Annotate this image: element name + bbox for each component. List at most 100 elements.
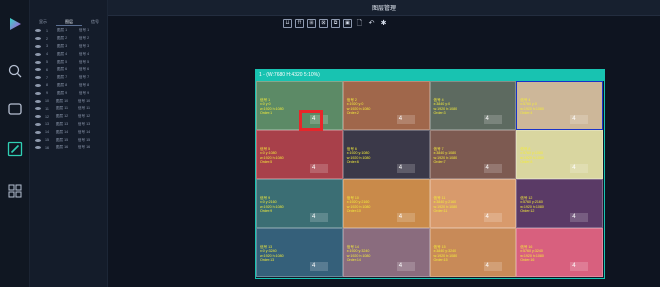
edit-icon[interactable] (7, 141, 23, 157)
eye-icon[interactable] (35, 146, 41, 150)
layer-info-line: Order:15 (433, 257, 448, 262)
eye-icon[interactable] (35, 122, 41, 126)
undo-icon[interactable]: ↶ (367, 19, 376, 28)
screen-title-bar[interactable]: 1 - (W:7680 H:4320 5:10%) (256, 70, 604, 81)
close-layer-icon[interactable]: ⊠ (319, 19, 328, 28)
layer-info: 信号 12 x:5760 y:2160 w:1920 h:1080 Order:12 (520, 196, 544, 213)
layer-row[interactable]: 15 图层 15 信号 15 (30, 136, 108, 144)
eye-icon[interactable] (35, 91, 41, 95)
header-layer[interactable]: 图层 (56, 17, 82, 26)
layer-info-line: Order:4 (520, 110, 533, 115)
eye-icon[interactable] (35, 99, 41, 103)
search-icon[interactable] (7, 63, 23, 79)
signal-name: 信号 1 (78, 28, 90, 33)
paste-icon[interactable]: ▣ (343, 19, 352, 28)
eye-icon[interactable] (35, 76, 41, 80)
layer-info: 信号 7 x:3840 y:1080 w:1920 h:1080 Order:7 (434, 147, 458, 164)
layer-cell[interactable]: 信号 4 x:3840 y:0 w:1920 h:1080 Order:3 4 (429, 81, 517, 130)
layer-name: 图层 9 (56, 90, 68, 95)
layer-info: 信号 4 x:3840 y:0 w:1920 h:1080 Order:3 (434, 98, 458, 115)
move-bottom-icon[interactable]: ⇊ (283, 19, 292, 28)
copy-icon[interactable]: ⧉ (331, 19, 340, 28)
signal-name: 信号 15 (77, 137, 91, 142)
move-top-icon[interactable]: ⇈ (295, 19, 304, 28)
layer-cell[interactable]: 信号 13 x:0 y:3240 w:1920 h:1080 Order:13 4 (256, 228, 343, 277)
layer-name: 图层 7 (56, 75, 68, 80)
signal-name: 信号 13 (77, 121, 91, 126)
eye-icon[interactable] (35, 68, 41, 72)
layer-number: 15 (45, 138, 49, 143)
layer-count-badge: 4 (396, 115, 415, 124)
layer-row[interactable]: 8 图层 8 信号 8 (30, 82, 108, 90)
layer-number: 8 (46, 83, 48, 88)
header-signal[interactable]: 信号 (82, 17, 108, 26)
layer-cell[interactable]: 信号 4 x:5760 y:0 w:1920 h:1080 Order:4 4 (516, 81, 603, 130)
eye-icon[interactable] (35, 83, 41, 87)
layer-cell[interactable]: 信号 2 x:1920 y:0 w:1920 h:1080 Order:2 4 (342, 81, 430, 130)
settings-icon[interactable]: ✱ (379, 19, 388, 28)
layer-number: 14 (45, 130, 49, 135)
layer-name: 图层 1 (56, 28, 68, 33)
layer-cell[interactable]: 信号 8 x:5760 y:1080 w:1920 h:1080 Order:8 4 (516, 130, 603, 179)
layer-row[interactable]: 2 图层 2 信号 2 (30, 35, 108, 43)
layer-info-line: Order:5 (260, 159, 273, 164)
layer-info-line: Order:11 (433, 208, 448, 213)
layer-cell[interactable]: 信号 15 x:3840 y:3240 w:1920 h:1080 Order:15 4 (429, 228, 517, 277)
layer-count-badge: 4 (483, 213, 502, 222)
layer-number: 7 (46, 75, 48, 80)
eye-icon[interactable] (35, 107, 41, 111)
screen-canvas[interactable]: 1 - (W:7680 H:4320 5:10%) 信号 1 x:0 y:0 w:1… (255, 69, 605, 279)
screen-icon[interactable] (7, 101, 23, 117)
layer-row[interactable]: 7 图层 7 信号 7 (30, 74, 108, 82)
layer-row[interactable]: 16 图层 16 信号 16 (30, 144, 108, 152)
layer-count-badge: 4 (396, 164, 415, 173)
eye-icon[interactable] (35, 138, 41, 142)
layer-cell[interactable]: 信号 9 x:0 y:2160 w:1920 h:1080 Order:9 4 (256, 179, 343, 228)
layer-list: 1 图层 1 信号 1 2 图层 2 信号 2 3 图层 3 信号 3 4 图层 4 信号 4 5 图层 … (30, 27, 108, 152)
layer-info: 信号 13 x:0 y:3240 w:1920 h:1080 Order:13 (260, 245, 284, 262)
eye-icon[interactable] (35, 52, 41, 56)
layer-name: 图层 4 (56, 51, 68, 56)
layer-row[interactable]: 5 图层 5 信号 5 (30, 58, 108, 66)
layer-info: 信号 16 x:5760 y:3240 w:1920 h:1080 Order:16 (520, 245, 544, 262)
signal-name: 信号 4 (78, 51, 90, 56)
layer-info-line: Order:1 (260, 110, 273, 115)
layer-row[interactable]: 12 图层 12 信号 12 (30, 113, 108, 121)
eye-icon[interactable] (35, 130, 41, 134)
layer-row[interactable]: 4 图层 4 信号 4 (30, 50, 108, 58)
layer-row[interactable]: 1 图层 1 信号 1 (30, 27, 108, 35)
layer-row[interactable]: 11 图层 11 信号 11 (30, 105, 108, 113)
layer-cell[interactable]: 信号 6 x:1920 y:1080 w:1920 h:1080 Order:6 4 (342, 130, 430, 179)
align-icon[interactable]: ⊞ (307, 19, 316, 28)
layer-row[interactable]: 13 图层 13 信号 13 (30, 121, 108, 129)
eye-icon[interactable] (35, 115, 41, 119)
eye-icon[interactable] (35, 44, 41, 48)
layer-cell[interactable]: 信号 7 x:3840 y:1080 w:1920 h:1080 Order:7 4 (429, 130, 517, 179)
layer-row[interactable]: 14 图层 14 信号 14 (30, 128, 108, 136)
top-bar: 图层管理 (108, 0, 660, 16)
layer-row[interactable]: 10 图层 10 信号 10 (30, 97, 108, 105)
layer-name: 图层 6 (56, 67, 68, 72)
signal-name: 信号 3 (78, 43, 90, 48)
eye-icon[interactable] (35, 29, 41, 33)
header-display[interactable]: 显示 (30, 17, 56, 26)
layer-row[interactable]: 9 图层 9 信号 9 (30, 89, 108, 97)
layer-cell[interactable]: 信号 11 x:3840 y:2160 w:1920 h:1080 Order:11 4 (429, 179, 517, 228)
layer-row[interactable]: 3 图层 3 信号 3 (30, 43, 108, 51)
play-icon[interactable] (7, 16, 23, 32)
grid-icon[interactable] (7, 183, 23, 199)
layer-cell[interactable]: 信号 5 x:0 y:1080 w:1920 h:1080 Order:5 4 (256, 130, 343, 179)
layer-cell[interactable]: 信号 10 x:1920 y:2160 w:1920 h:1080 Order:10 4 (342, 179, 430, 228)
layer-info-line: Order:10 (346, 208, 361, 213)
eye-icon[interactable] (35, 60, 41, 64)
layer-cell[interactable]: 信号 14 x:1920 y:3240 w:1920 h:1080 Order:14 4 (342, 228, 430, 277)
layer-info-line: Order:12 (520, 208, 535, 213)
layer-cell[interactable]: 信号 16 x:5760 y:3240 w:1920 h:1080 Order:16 4 (516, 228, 603, 277)
layer-name: 图层 14 (55, 129, 69, 134)
delete-icon[interactable]: 🗋 (355, 19, 364, 28)
layer-number: 1 (46, 28, 48, 33)
eye-icon[interactable] (35, 37, 41, 41)
page-title: 图层管理 (371, 6, 396, 12)
layer-cell[interactable]: 信号 12 x:5760 y:2160 w:1920 h:1080 Order:12 4 (516, 179, 603, 228)
layer-row[interactable]: 6 图层 6 信号 6 (30, 66, 108, 74)
